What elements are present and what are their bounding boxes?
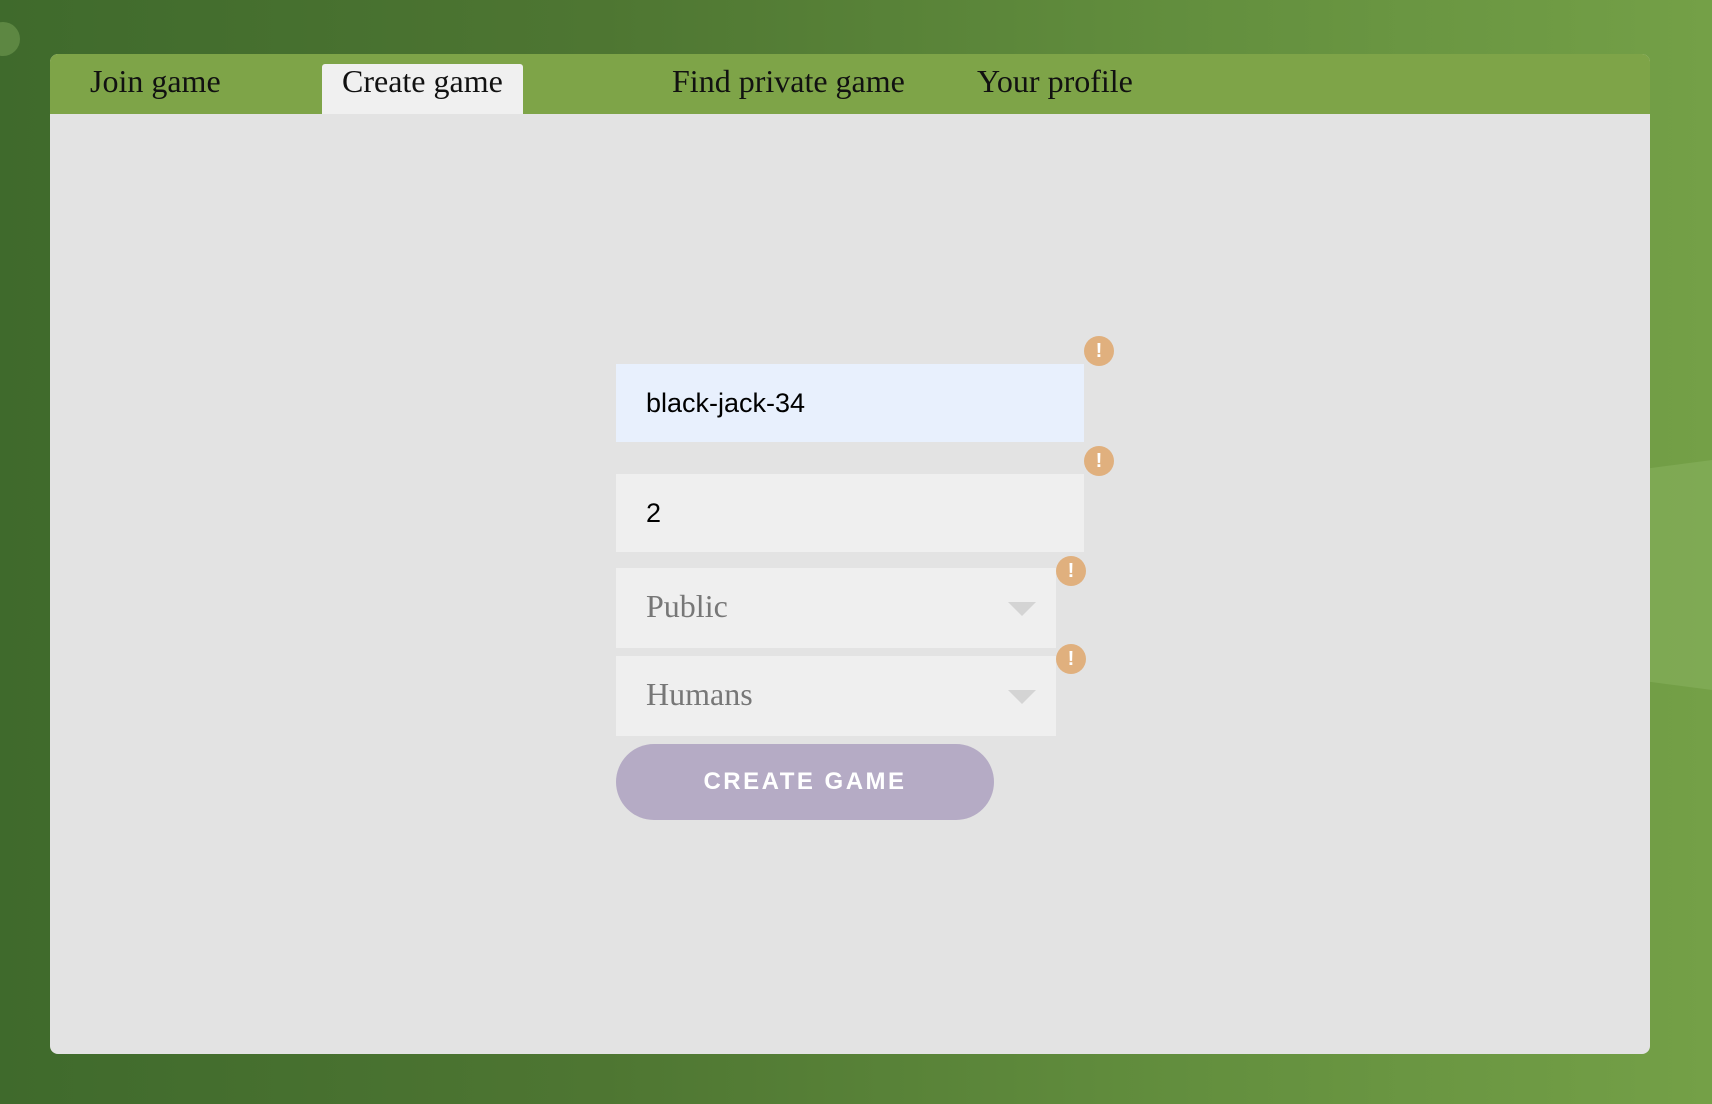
create-game-button[interactable]: CREATE GAME	[616, 744, 994, 820]
tab-find-private-game[interactable]: Find private game	[652, 64, 925, 114]
tab-your-profile[interactable]: Your profile	[957, 64, 1153, 114]
exclamation-circle-icon: !	[1084, 336, 1114, 366]
tab-create-game[interactable]: Create game	[322, 64, 523, 114]
tab-join-game[interactable]: Join game	[70, 64, 241, 114]
tab-bar: Join game Create game Find private game …	[50, 54, 1650, 114]
opponents-select[interactable]: Humans	[616, 656, 1056, 736]
players-field	[616, 474, 1084, 552]
exclamation-circle-icon: !	[1056, 644, 1086, 674]
background-decoration	[0, 22, 20, 56]
caret-down-icon	[1008, 690, 1036, 704]
game-name-field	[616, 364, 1084, 442]
exclamation-circle-icon: !	[1084, 446, 1114, 476]
background-decoration	[1642, 460, 1712, 690]
main-panel: Join game Create game Find private game …	[50, 54, 1650, 1054]
players-input[interactable]	[616, 474, 1084, 552]
game-name-input[interactable]	[616, 364, 1084, 442]
exclamation-circle-icon: !	[1056, 556, 1086, 586]
caret-down-icon	[1008, 602, 1036, 616]
visibility-selected-value: Public	[646, 588, 728, 624]
visibility-select[interactable]: Public	[616, 568, 1056, 648]
opponents-selected-value: Humans	[646, 676, 753, 712]
